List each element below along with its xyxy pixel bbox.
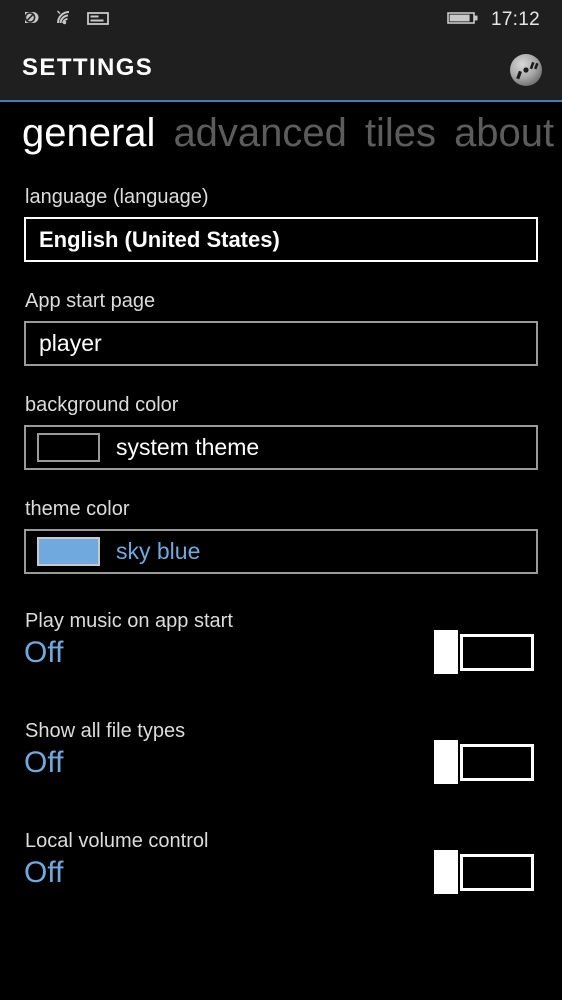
toggle-play-music-switch[interactable] [434, 630, 534, 674]
background-color-select[interactable]: system theme [24, 425, 538, 470]
toggle-play-music-label: Play music on app start [25, 610, 233, 632]
theme-color-select[interactable]: sky blue [24, 529, 538, 574]
start-page-value: player [39, 330, 102, 356]
toggle-thumb [434, 740, 458, 784]
field-background-color-label: background color [25, 394, 179, 416]
page-title: SETTINGS [22, 54, 154, 81]
toggle-local-volume-control-switch[interactable] [434, 850, 534, 894]
toggle-thumb [434, 630, 458, 674]
background-color-value: system theme [116, 434, 260, 460]
do-not-disturb-icon [22, 8, 42, 33]
toggle-track [460, 743, 534, 781]
field-background-color: background color system theme [0, 394, 562, 470]
field-start-page-label: App start page [25, 290, 156, 312]
sim-card-icon [86, 8, 110, 33]
field-start-page: App start page player [0, 290, 562, 366]
status-bar-right: 17:12 [447, 9, 540, 32]
toggle-row-show-all-file-types[interactable]: Show all file types Off [0, 720, 562, 830]
theme-color-swatch [37, 537, 100, 566]
phone-screen: 17:12 SETTINGS general advanced tiles ab… [0, 0, 562, 1000]
tab-tiles[interactable]: tiles [365, 113, 436, 153]
status-bar: 17:12 [0, 0, 562, 40]
field-theme-color-label: theme color [25, 498, 130, 520]
tab-advanced[interactable]: advanced [173, 113, 346, 153]
wifi-icon [53, 8, 75, 33]
toggle-play-music-state: Off [24, 636, 64, 669]
toggle-show-all-file-types-state: Off [24, 746, 64, 779]
battery-icon [447, 9, 479, 32]
tab-about[interactable]: about [454, 113, 554, 153]
language-value: English (United States) [39, 226, 280, 252]
language-select[interactable]: English (United States) [24, 217, 538, 262]
toggle-row-local-volume-control[interactable]: Local volume control Off [0, 830, 562, 940]
status-bar-clock: 17:12 [490, 9, 540, 30]
field-theme-color: theme color sky blue [0, 498, 562, 574]
toggle-show-all-file-types-label: Show all file types [25, 720, 186, 742]
toggle-show-all-file-types-switch[interactable] [434, 740, 534, 784]
pivot-tabs: general advanced tiles about [22, 113, 562, 153]
start-page-select[interactable]: player [24, 321, 538, 366]
toggle-local-volume-control-label: Local volume control [25, 830, 209, 852]
field-language: language (language) English (United Stat… [0, 186, 562, 262]
tab-general[interactable]: general [22, 113, 155, 153]
settings-content: language (language) English (United Stat… [0, 186, 562, 940]
toggle-local-volume-control-state: Off [24, 856, 64, 889]
theme-color-value: sky blue [116, 538, 201, 564]
toggle-row-play-music[interactable]: Play music on app start Off [0, 610, 562, 720]
header-divider [0, 100, 562, 102]
app-header: SETTINGS [0, 40, 562, 100]
status-bar-left-icons [22, 8, 110, 33]
toggle-track [460, 853, 534, 891]
toggle-thumb [434, 850, 458, 894]
background-color-swatch [37, 433, 100, 462]
field-language-label: language (language) [25, 186, 209, 208]
music-disc-icon[interactable] [506, 50, 546, 90]
toggle-track [460, 633, 534, 671]
